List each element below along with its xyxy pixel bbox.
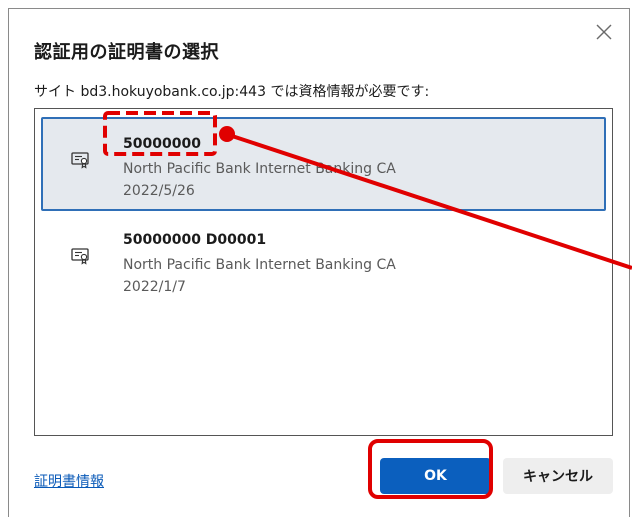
certificate-date: 2022/5/26 <box>123 183 195 199</box>
certificate-name: 50000000 D00001 <box>123 232 267 248</box>
certificate-icon <box>71 152 89 169</box>
certificate-info-link[interactable]: 証明書情報 <box>34 471 104 491</box>
certificate-selection-dialog: 認証用の証明書の選択 サイト bd3.hokuyobank.co.jp:443 … <box>8 8 630 517</box>
certificate-item-2[interactable]: 50000000 D00001 North Pacific Bank Inter… <box>41 213 606 307</box>
dialog-title: 認証用の証明書の選択 <box>34 42 219 63</box>
cancel-button[interactable]: キャンセル <box>503 458 613 494</box>
close-icon[interactable] <box>589 17 619 47</box>
dialog-subtitle: サイト bd3.hokuyobank.co.jp:443 では資格情報が必要です… <box>34 84 430 100</box>
ok-button[interactable]: OK <box>380 458 491 494</box>
certificate-name: 50000000 <box>123 136 201 152</box>
certificate-icon <box>71 248 89 265</box>
certificate-issuer: North Pacific Bank Internet Banking CA <box>123 257 396 273</box>
certificate-date: 2022/1/7 <box>123 279 186 295</box>
certificate-list: 50000000 North Pacific Bank Internet Ban… <box>34 108 613 436</box>
certificate-item-1[interactable]: 50000000 North Pacific Bank Internet Ban… <box>41 117 606 211</box>
certificate-issuer: North Pacific Bank Internet Banking CA <box>123 161 396 177</box>
